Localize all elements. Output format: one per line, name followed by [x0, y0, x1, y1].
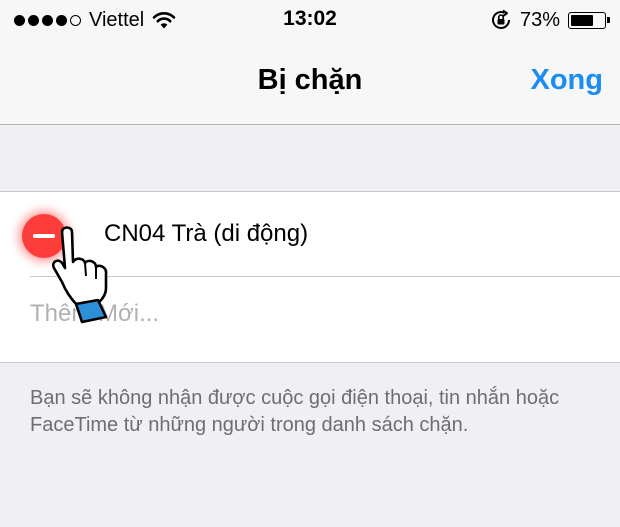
page-title: Bị chặn — [257, 64, 363, 96]
status-bar: Viettel 13:02 73% — [0, 0, 620, 40]
blocked-info-text: Bạn sẽ không nhận được cuộc gọi điện tho… — [30, 387, 560, 436]
status-right: 73% — [490, 7, 610, 33]
done-button[interactable]: Xong — [531, 64, 604, 97]
battery-icon — [568, 11, 610, 29]
battery-fill — [571, 14, 594, 26]
navigation-bar: Bị chặn Xong — [0, 40, 620, 125]
orientation-lock-icon — [491, 9, 510, 29]
battery-percent: 73% — [519, 8, 560, 31]
pointing-hand-icon — [52, 226, 108, 324]
